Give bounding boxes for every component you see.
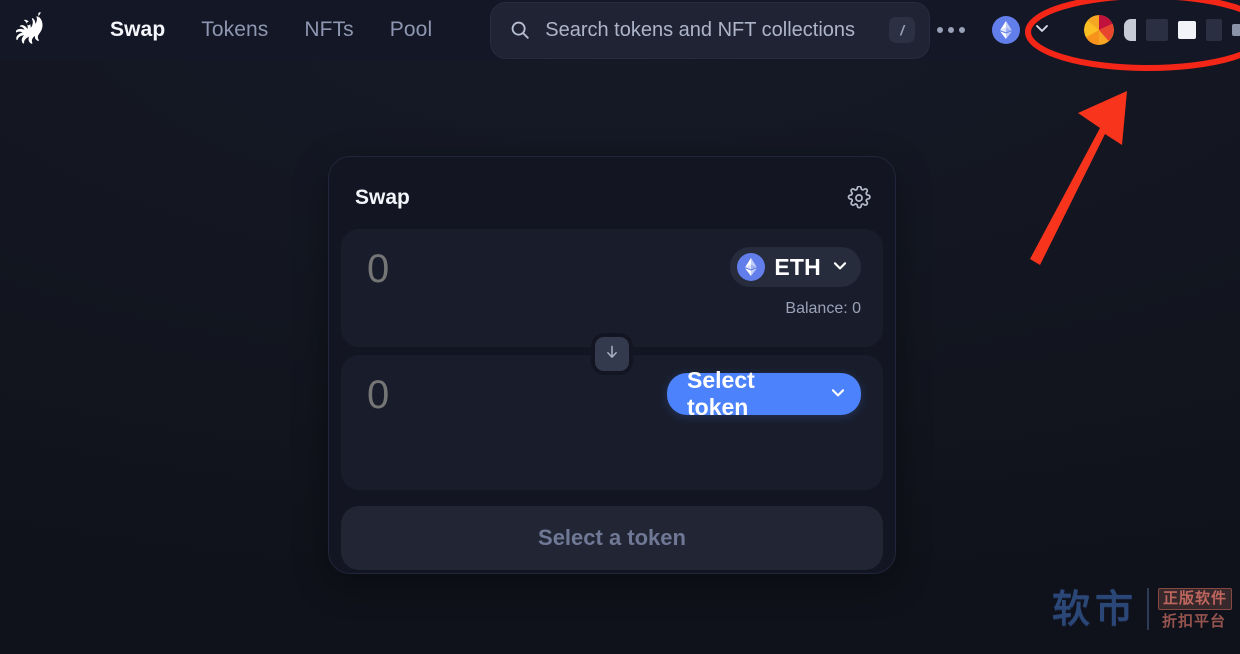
swap-input-amount[interactable] bbox=[367, 247, 667, 291]
swap-direction-button[interactable] bbox=[591, 333, 633, 375]
token-selector-eth[interactable]: ETH bbox=[730, 247, 861, 287]
swap-input-panel: ETH Balance: 0 bbox=[341, 229, 883, 347]
browser-extension-toolbar bbox=[1084, 15, 1240, 45]
watermark: 软市 正版软件 折扣平台 bbox=[1052, 587, 1233, 631]
chevron-down-icon bbox=[830, 255, 850, 280]
swap-input-right: ETH Balance: 0 bbox=[730, 247, 861, 318]
pointer-arrow-annotation bbox=[1030, 91, 1127, 265]
browser-toolbar-fragment[interactable] bbox=[1232, 24, 1240, 36]
token-symbol-label: ETH bbox=[774, 253, 821, 280]
search-input[interactable] bbox=[545, 18, 890, 42]
unicorn-logo-icon[interactable] bbox=[10, 6, 62, 54]
watermark-main-text: 软市 bbox=[1052, 587, 1139, 631]
balance-label: Balance: 0 bbox=[785, 300, 861, 317]
search-bar[interactable]: / bbox=[490, 1, 931, 59]
dot bbox=[959, 27, 966, 33]
nav-item-tokens[interactable]: Tokens bbox=[187, 12, 282, 48]
swap-output-panel: Select token bbox=[341, 355, 883, 490]
search-icon bbox=[509, 19, 531, 41]
swap-output-amount[interactable] bbox=[367, 373, 667, 417]
nav-item-pool[interactable]: Pool bbox=[376, 12, 446, 48]
swap-card-header: Swap bbox=[341, 167, 883, 229]
watermark-divider bbox=[1147, 588, 1150, 630]
browser-toolbar-fragment[interactable] bbox=[1206, 19, 1223, 41]
network-selector[interactable] bbox=[982, 12, 1058, 48]
select-token-button[interactable]: Select token bbox=[667, 367, 861, 420]
nav-item-swap[interactable]: Swap bbox=[96, 12, 179, 48]
rainbow-wallet-extension-icon[interactable] bbox=[1084, 15, 1115, 45]
dot bbox=[937, 27, 944, 33]
select-a-token-label: Select a token bbox=[538, 525, 686, 550]
more-horizontal-icon[interactable] bbox=[930, 12, 972, 48]
nav-item-nfts[interactable]: NFTs bbox=[290, 12, 367, 48]
gear-icon[interactable] bbox=[847, 186, 871, 210]
chevron-down-icon bbox=[828, 382, 848, 407]
page-root: Swap Tokens NFTs Pool / bbox=[0, 0, 1240, 654]
ethereum-icon bbox=[992, 16, 1021, 44]
header-right-cluster bbox=[930, 12, 1240, 48]
browser-toolbar-fragment[interactable] bbox=[1178, 21, 1197, 39]
arrow-down-icon bbox=[603, 343, 621, 366]
swap-output-right: Select token bbox=[667, 367, 861, 420]
select-token-label: Select token bbox=[687, 367, 755, 420]
page-title: Swap bbox=[355, 186, 410, 209]
app-header: Swap Tokens NFTs Pool / bbox=[0, 0, 1240, 60]
browser-toolbar-fragment[interactable] bbox=[1146, 19, 1169, 41]
watermark-badge-text: 正版软件 bbox=[1158, 588, 1233, 610]
browser-toolbar-fragment[interactable] bbox=[1124, 19, 1137, 41]
watermark-sub-text: 折扣平台 bbox=[1162, 611, 1227, 630]
select-a-token-button[interactable]: Select a token bbox=[341, 506, 883, 570]
swap-card: Swap 0 ETH Balance: 0 0 Select token Sel… bbox=[328, 156, 896, 574]
ethereum-token-icon bbox=[737, 253, 766, 281]
chevron-down-icon bbox=[1032, 18, 1052, 43]
dot bbox=[948, 27, 955, 33]
watermark-right: 正版软件 折扣平台 bbox=[1158, 588, 1233, 630]
search-shortcut-key: / bbox=[889, 17, 916, 43]
main-nav: Swap Tokens NFTs Pool bbox=[96, 12, 446, 48]
